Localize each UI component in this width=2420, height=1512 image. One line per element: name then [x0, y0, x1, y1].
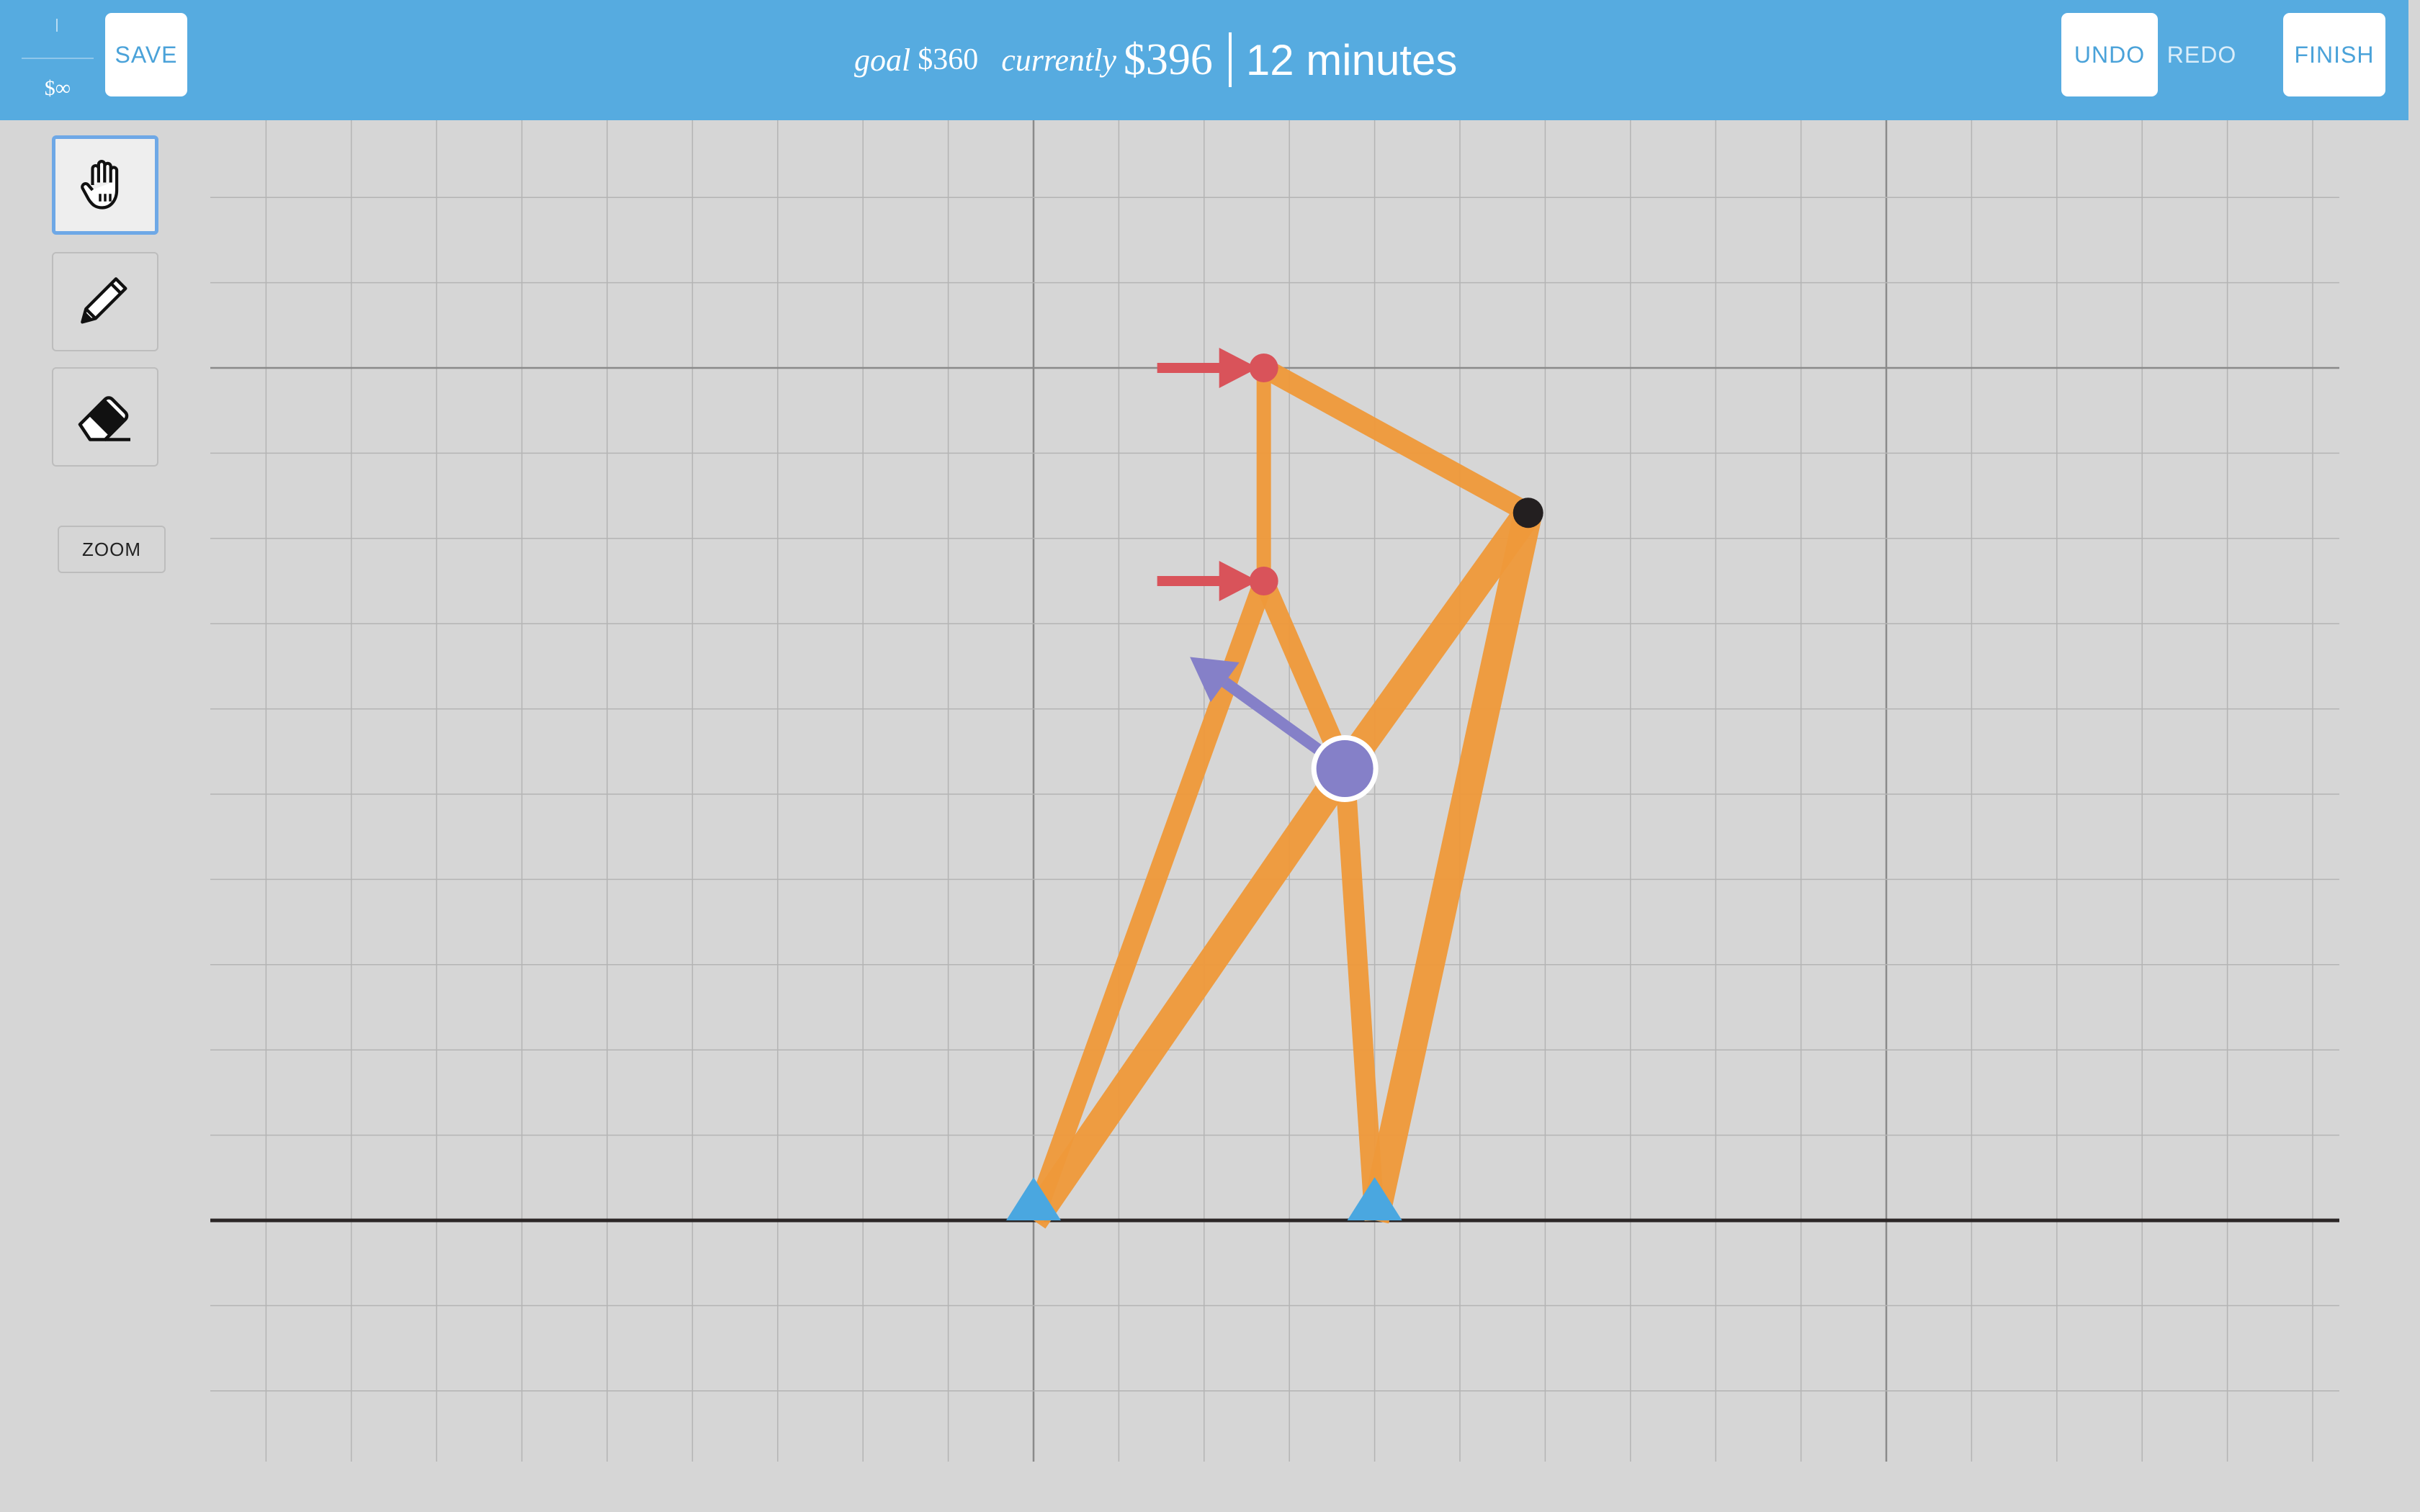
truss-canvas[interactable]: [0, 0, 2420, 1512]
truss-member: [1021, 760, 1357, 1229]
grid: [210, 120, 2339, 1462]
truss-member: [1258, 359, 1533, 522]
truss-member: [1335, 768, 1385, 1221]
free-joint: [1512, 498, 1543, 528]
selected-joint: [1311, 734, 1379, 802]
loaded-joint: [1249, 567, 1278, 595]
loaded-joint: [1249, 354, 1278, 382]
truss-member: [1023, 577, 1273, 1224]
